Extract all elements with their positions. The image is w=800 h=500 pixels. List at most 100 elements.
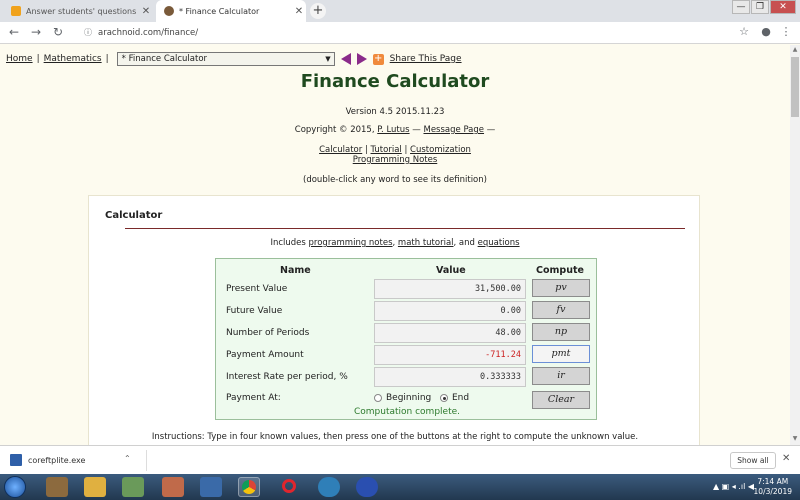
compute-ir-button[interactable]: ir [532,367,590,385]
maximize-button[interactable]: ❐ [751,0,769,14]
app-icon[interactable] [46,477,68,497]
compute-np-button[interactable]: np [532,323,590,341]
clock[interactable]: 7:14 AM 10/3/2019 [754,477,792,497]
previous-page-icon[interactable] [340,53,351,65]
version-text: Version 4.5 2015.11.23 [345,107,445,117]
close-download-bar-icon[interactable]: ✕ [782,453,790,464]
download-filename: coreftplite.exe [28,455,86,465]
value-column-header: Value [436,265,466,276]
back-arrow-icon[interactable]: ← [6,25,22,41]
message-page-link[interactable]: Message Page [423,125,484,135]
page-title: Finance Calculator [300,71,490,92]
number-of-periods-row: Number of Periods 48.00 np [216,323,598,343]
interest-rate-row: Interest Rate per period, % 0.333333 ir [216,367,598,387]
radio-label: Beginning [386,393,432,403]
dropdown-arrow-icon: ▼ [325,55,331,63]
close-tab-icon[interactable]: ✕ [292,6,306,17]
chegg-favicon-icon [11,6,21,16]
system-tray[interactable]: ▲ ▣ ◂ .ıl ◀ [713,482,754,491]
forward-arrow-icon[interactable]: → [28,25,44,41]
radio-label: End [452,393,470,403]
future-value-row: Future Value 0.00 fv [216,301,598,321]
chrome-icon[interactable] [238,477,260,497]
share-link[interactable]: Share This Page [390,54,462,64]
dash: — [412,125,421,135]
copyright-text: Copyright © 2015, [294,125,375,135]
link-separator: | [404,145,408,155]
download-item[interactable]: coreftplite.exe [10,454,85,466]
author-link[interactable]: P. Lutus [377,125,409,135]
programming-notes-link[interactable]: programming notes [309,238,393,248]
copyright-line: Copyright © 2015, P. Lutus — Message Pag… [0,125,790,135]
scrollbar-thumb[interactable] [791,57,799,117]
future-value-input[interactable]: 0.00 [374,301,526,321]
folder-icon[interactable] [84,477,106,497]
new-tab-button[interactable]: + [310,3,326,19]
radio-selected-icon [440,394,448,402]
payment-amount-input[interactable]: -711.24 [374,345,526,365]
app-icon[interactable] [356,477,378,497]
app-icon[interactable] [122,477,144,497]
dash: — [486,125,496,135]
equations-link[interactable]: equations [478,238,520,248]
reload-icon[interactable]: ↻ [50,25,66,41]
finance-calculator: Name Value Compute Present Value 31,500.… [215,258,597,420]
menu-dots-icon[interactable]: ⋮ [778,25,794,38]
start-button[interactable] [4,476,26,498]
tutorial-link[interactable]: Tutorial [371,145,402,155]
home-link[interactable]: Home [6,54,33,64]
panel-title: Calculator [105,210,163,221]
present-value-input[interactable]: 31,500.00 [374,279,526,299]
status-message: Computation complete. [353,407,461,417]
clock-time: 7:14 AM [757,477,789,486]
payment-at-row: Payment At: Beginning End Clear [216,391,598,409]
scroll-up-icon[interactable]: ▲ [790,46,800,53]
scroll-down-icon[interactable]: ▼ [790,435,800,442]
show-all-button[interactable]: Show all [730,452,776,469]
info-icon[interactable]: ⓘ [84,25,92,41]
row-label: Number of Periods [226,328,310,338]
vertical-scrollbar[interactable]: ▲ ▼ [790,45,800,445]
interest-rate-input[interactable]: 0.333333 [374,367,526,387]
close-tab-icon[interactable]: ✕ [139,6,153,17]
profile-icon[interactable]: ● [758,25,774,38]
page-select[interactable]: * Finance Calculator ▼ [116,52,335,66]
link-separator: | [364,145,368,155]
next-page-icon[interactable] [356,53,367,65]
clock-date: 10/3/2019 [753,487,792,496]
customization-link[interactable]: Customization [410,145,471,155]
opera-icon[interactable] [278,477,300,497]
number-of-periods-input[interactable]: 48.00 [374,323,526,343]
compute-fv-button[interactable]: fv [532,301,590,319]
radio-icon [374,394,382,402]
thunderbird-icon[interactable] [318,477,340,497]
compute-pv-button[interactable]: pv [532,279,590,297]
window-controls: — ❐ ✕ [731,0,796,14]
name-column-header: Name [280,265,311,276]
chevron-up-icon[interactable]: ⌃ [124,454,131,463]
definition-hint: (double-click any word to see its defini… [303,175,487,185]
download-bar: coreftplite.exe ⌃ Show all ✕ [0,445,800,474]
url-field[interactable]: ⓘ arachnoid.com/finance/ [84,25,644,41]
payment-beginning-radio[interactable]: Beginning [374,393,431,403]
payment-end-radio[interactable]: End [440,393,469,403]
payment-at-label: Payment At: [226,393,281,403]
browser-tab-finance[interactable]: * Finance Calculator ✕ [156,0,306,22]
bookmark-star-icon[interactable]: ☆ [736,25,752,38]
calculator-link[interactable]: Calculator [319,145,362,155]
app-icon[interactable] [200,477,222,497]
divider [146,450,147,471]
minimize-button[interactable]: — [732,0,750,14]
share-plus-icon[interactable]: + [372,53,384,65]
compute-pmt-button[interactable]: pmt [532,345,590,363]
math-tutorial-link[interactable]: math tutorial [398,238,454,248]
programming-notes-link[interactable]: Programming Notes [353,155,438,165]
close-window-button[interactable]: ✕ [770,0,796,14]
mathematics-link[interactable]: Mathematics [44,54,102,64]
browser-tab-answers[interactable]: Answer students' questions and ... ✕ [3,0,153,22]
nav-separator: | [105,54,109,64]
taskbar: ▲ ▣ ◂ .ıl ◀ 7:14 AM 10/3/2019 [0,474,800,500]
arachnoid-favicon-icon [164,6,174,16]
row-label: Payment Amount [226,350,304,360]
app-icon[interactable] [162,477,184,497]
